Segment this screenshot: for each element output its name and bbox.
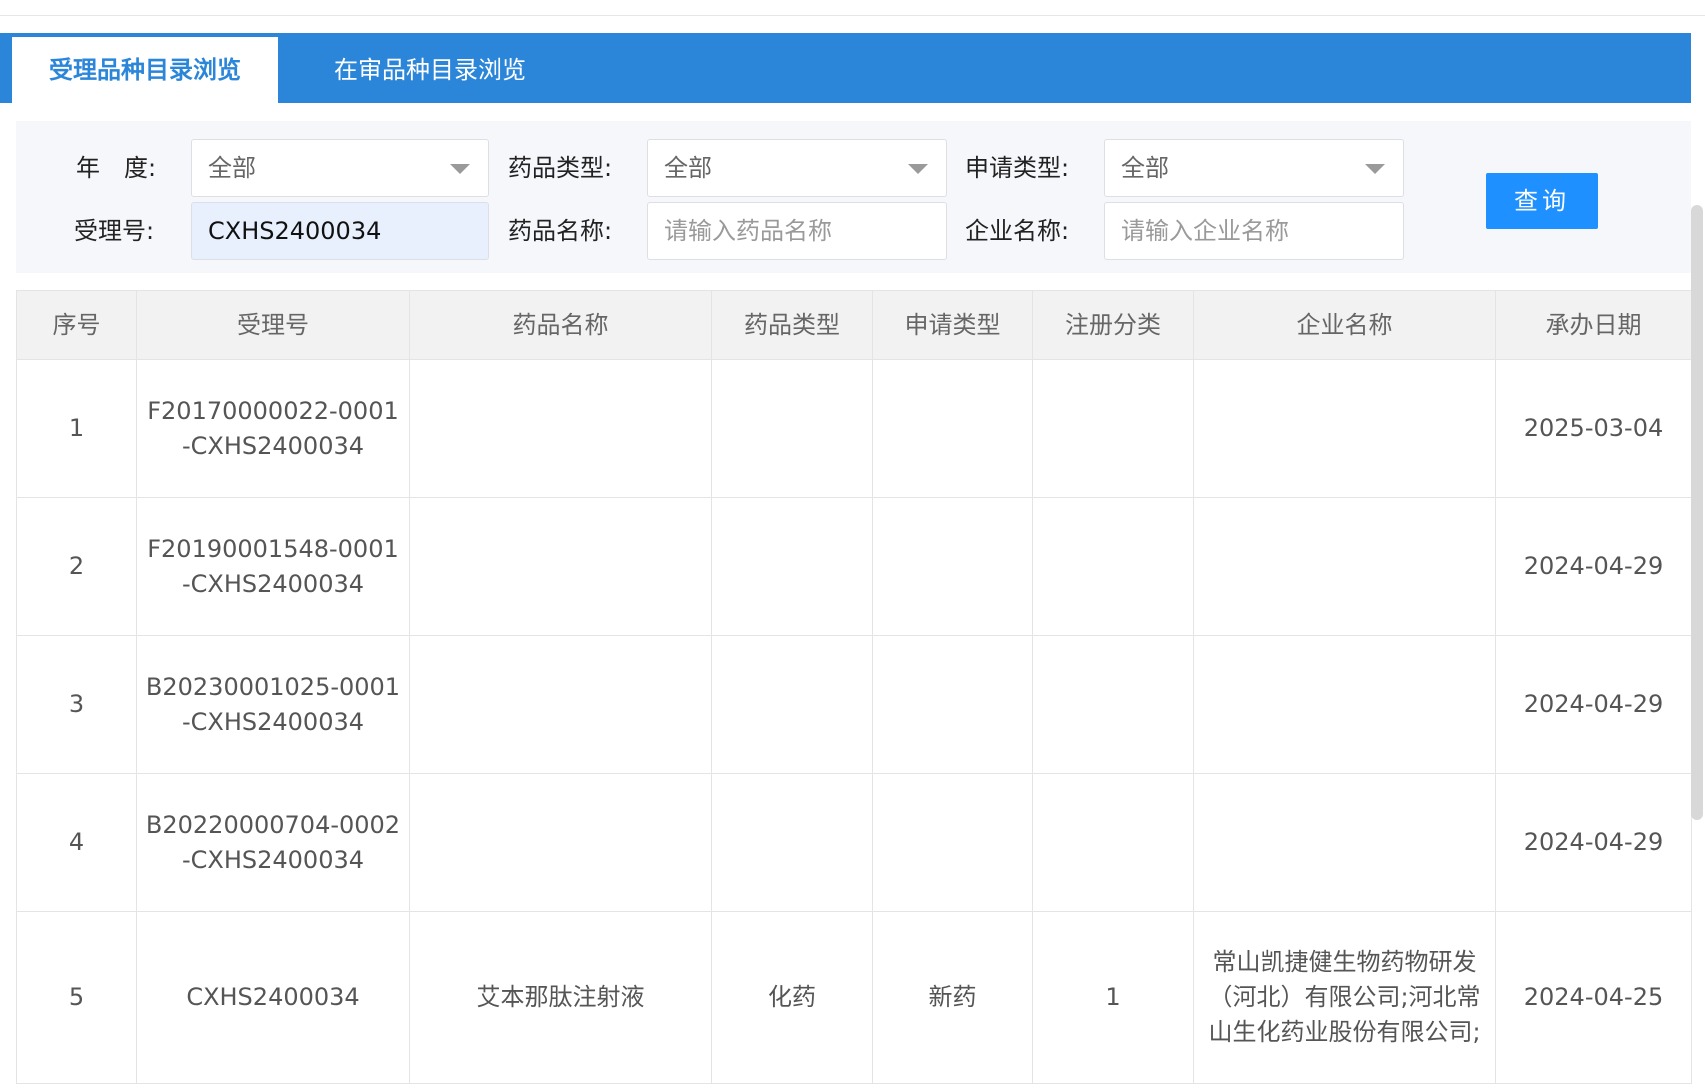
cell-reg-class [1032, 635, 1194, 774]
table-row[interactable]: 2 F20190001548-0001-CXHS2400034 2024-04-… [16, 497, 1692, 636]
cell-drug-name [409, 635, 712, 774]
table-row[interactable]: 3 B20230001025-0001-CXHS2400034 2024-04-… [16, 635, 1692, 774]
cell-reg-class [1032, 497, 1194, 636]
company-label: 企业名称: [965, 217, 1070, 245]
cell-apply-type: 新药 [872, 911, 1033, 1084]
table-header-row: 序号 受理号 药品名称 药品类型 申请类型 注册分类 企业名称 承办日期 [16, 290, 1692, 360]
column-header: 药品类型 [711, 290, 873, 360]
cell-company: 常山凯捷健生物药物研发（河北）有限公司;河北常山生化药业股份有限公司; [1193, 911, 1496, 1084]
cell-drug-type [711, 359, 873, 498]
cell-drug-type [711, 635, 873, 774]
results-table: 序号 受理号 药品名称 药品类型 申请类型 注册分类 企业名称 承办日期 1 F… [16, 290, 1692, 1084]
accept-no-label: 受理号: [74, 217, 155, 245]
cell-date: 2024-04-29 [1495, 635, 1692, 774]
cell-company [1193, 497, 1496, 636]
apply-type-label: 申请类型: [965, 154, 1070, 182]
drug-name-label: 药品名称: [508, 217, 613, 245]
chevron-down-icon [908, 164, 928, 174]
drug-type-select[interactable]: 全部 [647, 139, 947, 197]
year-label: 年 度: [76, 154, 157, 182]
company-input[interactable]: 请输入企业名称 [1104, 202, 1404, 260]
table-row[interactable]: 4 B20220000704-0002-CXHS2400034 2024-04-… [16, 773, 1692, 912]
cell-no: 2 [16, 497, 137, 636]
drug-type-label: 药品类型: [508, 154, 613, 182]
cell-drug-name: 艾本那肽注射液 [409, 911, 712, 1084]
cell-date: 2025-03-04 [1495, 359, 1692, 498]
cell-accept-no: B20230001025-0001-CXHS2400034 [136, 635, 410, 774]
cell-accept-no: CXHS2400034 [136, 911, 410, 1084]
column-header: 企业名称 [1193, 290, 1496, 360]
tab-accepted-catalog[interactable]: 受理品种目录浏览 [12, 37, 278, 103]
cell-apply-type [872, 359, 1033, 498]
vertical-scrollbar[interactable] [1691, 205, 1703, 820]
cell-date: 2024-04-25 [1495, 911, 1692, 1084]
column-header: 序号 [16, 290, 137, 360]
column-header: 申请类型 [872, 290, 1033, 360]
apply-type-select[interactable]: 全部 [1104, 139, 1404, 197]
cell-reg-class: 1 [1032, 911, 1194, 1084]
cell-reg-class [1032, 359, 1194, 498]
table-row[interactable]: 1 F20170000022-0001-CXHS2400034 2025-03-… [16, 359, 1692, 498]
cell-drug-name [409, 359, 712, 498]
cell-drug-type [711, 497, 873, 636]
cell-accept-no: F20170000022-0001-CXHS2400034 [136, 359, 410, 498]
cell-drug-name [409, 497, 712, 636]
cell-no: 3 [16, 635, 137, 774]
chevron-down-icon [1365, 164, 1385, 174]
chevron-down-icon [450, 164, 470, 174]
cell-no: 4 [16, 773, 137, 912]
accept-no-input[interactable]: CXHS2400034 [191, 202, 489, 260]
cell-drug-type [711, 773, 873, 912]
cell-drug-name [409, 773, 712, 912]
cell-drug-type: 化药 [711, 911, 873, 1084]
drug-name-input[interactable]: 请输入药品名称 [647, 202, 947, 260]
cell-apply-type [872, 497, 1033, 636]
top-border [0, 0, 1705, 16]
table-row[interactable]: 5 CXHS2400034 艾本那肽注射液 化药 新药 1 常山凯捷健生物药物研… [16, 911, 1692, 1084]
cell-no: 5 [16, 911, 137, 1084]
tab-bar: 受理品种目录浏览 在审品种目录浏览 [0, 33, 1691, 103]
year-select[interactable]: 全部 [191, 139, 489, 197]
cell-no: 1 [16, 359, 137, 498]
year-select-value: 全部 [208, 154, 256, 182]
cell-date: 2024-04-29 [1495, 497, 1692, 636]
cell-accept-no: F20190001548-0001-CXHS2400034 [136, 497, 410, 636]
column-header: 注册分类 [1032, 290, 1194, 360]
query-button[interactable]: 查询 [1486, 173, 1598, 229]
cell-company [1193, 773, 1496, 912]
tab-under-review-catalog[interactable]: 在审品种目录浏览 [300, 37, 560, 103]
cell-company [1193, 635, 1496, 774]
cell-reg-class [1032, 773, 1194, 912]
cell-apply-type [872, 773, 1033, 912]
cell-company [1193, 359, 1496, 498]
cell-accept-no: B20220000704-0002-CXHS2400034 [136, 773, 410, 912]
apply-type-select-value: 全部 [1121, 154, 1169, 182]
column-header: 承办日期 [1495, 290, 1692, 360]
column-header: 药品名称 [409, 290, 712, 360]
column-header: 受理号 [136, 290, 410, 360]
drug-type-select-value: 全部 [664, 154, 712, 182]
cell-apply-type [872, 635, 1033, 774]
cell-date: 2024-04-29 [1495, 773, 1692, 912]
